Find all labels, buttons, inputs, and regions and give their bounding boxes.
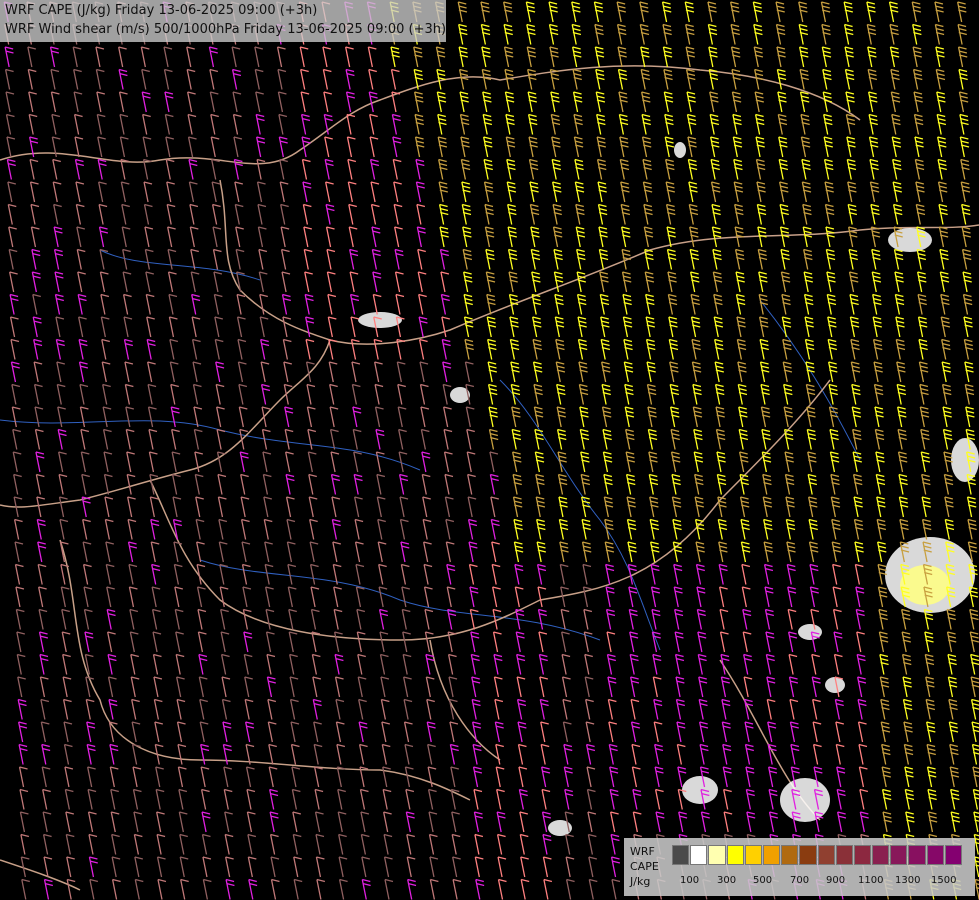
title-wind-shear: WRF Wind shear (m/s) 500/1000hPa Friday … xyxy=(5,22,447,37)
cape-patch xyxy=(951,438,979,482)
cape-patch xyxy=(358,312,402,328)
legend-tick: 500 xyxy=(753,875,773,886)
legend-tick: 1100 xyxy=(858,875,884,886)
legend-swatch xyxy=(908,845,926,865)
legend-swatch xyxy=(853,845,872,865)
cape-legend: WRF CAPE J/kg 100 300 500 700 900 1100 1… xyxy=(624,838,975,896)
legend-swatch xyxy=(762,845,781,865)
legend-swatch xyxy=(690,845,708,865)
legend-swatch xyxy=(744,845,762,865)
legend-swatch xyxy=(817,845,835,865)
legend-tick: 700 xyxy=(790,875,810,886)
map-canvas[interactable] xyxy=(0,0,979,900)
cape-patch xyxy=(780,778,830,822)
cape-patch xyxy=(674,142,686,158)
legend-swatch xyxy=(726,845,744,865)
legend-tick: 300 xyxy=(717,875,737,886)
legend-swatch xyxy=(944,845,962,865)
legend-unit-label: J/kg xyxy=(630,875,651,888)
legend-tick: 1300 xyxy=(895,875,921,886)
cape-patch xyxy=(682,776,718,804)
legend-swatch xyxy=(835,845,853,865)
legend-swatch xyxy=(781,845,799,865)
legend-tick: 100 xyxy=(680,875,700,886)
legend-tick: 900 xyxy=(826,875,846,886)
legend-tick: 1500 xyxy=(931,875,957,886)
legend-swatch xyxy=(872,845,890,865)
legend-model-label: WRF xyxy=(630,845,655,858)
legend-param-label: CAPE xyxy=(630,860,659,873)
legend-swatch xyxy=(890,845,908,865)
legend-swatch xyxy=(708,845,726,865)
map-title: WRF CAPE (J/kg) Friday 13-06-2025 09:00 … xyxy=(0,0,446,42)
legend-swatch xyxy=(926,845,944,865)
legend-swatch xyxy=(799,845,817,865)
title-cape: WRF CAPE (J/kg) Friday 13-06-2025 09:00 … xyxy=(5,3,318,18)
legend-color-scale xyxy=(672,845,963,865)
legend-swatch xyxy=(672,845,690,865)
